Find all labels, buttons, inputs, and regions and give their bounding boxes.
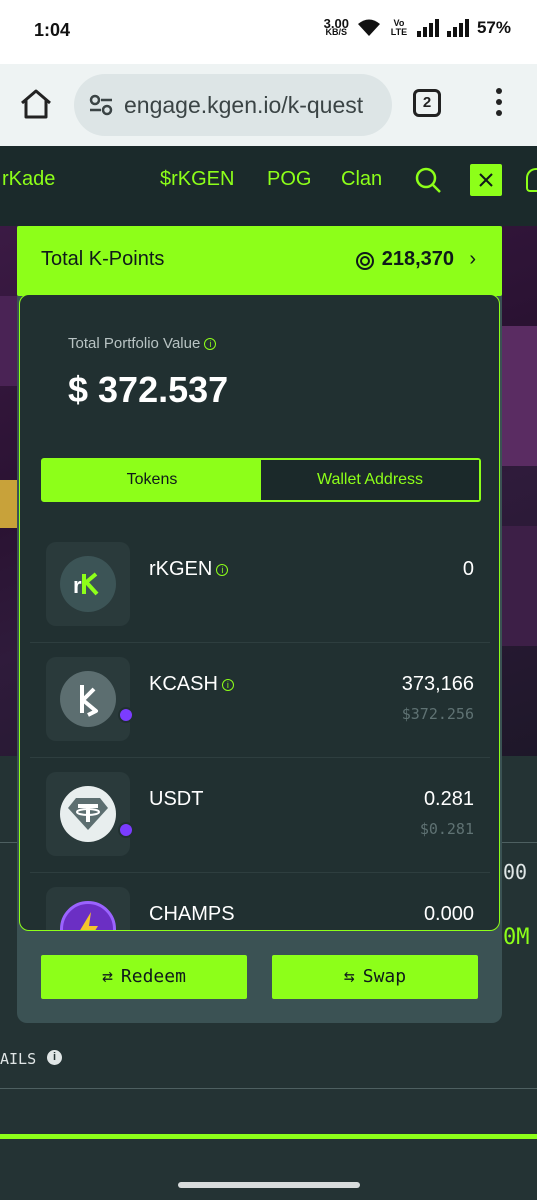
token-row[interactable]: KCASH i 373,166 $372.256 xyxy=(30,643,490,758)
token-name: USDT xyxy=(149,788,204,810)
volte-icon: Vo LTE xyxy=(390,18,408,37)
bg-divider xyxy=(0,1088,537,1089)
home-icon[interactable] xyxy=(18,86,54,122)
portfolio-value: $ 372.537 xyxy=(68,369,229,410)
bg-value-1: 00 xyxy=(503,860,528,884)
kpoints-value: 218,370 xyxy=(381,248,454,270)
kpoints-label: Total K-Points xyxy=(41,248,165,270)
token-name-row: KCASH i xyxy=(149,673,234,696)
champs-logo-icon xyxy=(46,887,130,930)
tab-switcher-button[interactable]: 2 xyxy=(413,89,441,117)
bg-value-2: 0M xyxy=(503,925,530,950)
info-icon[interactable]: i xyxy=(204,338,217,351)
token-row[interactable]: USDT 0.281 $0.281 xyxy=(30,758,490,873)
app-nav: rKade $rKGEN POG Clan xyxy=(0,146,537,226)
search-icon[interactable] xyxy=(414,166,442,194)
details-label: AILS xyxy=(0,1050,37,1068)
net-speed: 3.00 KB/S xyxy=(324,17,349,37)
browser-toolbar: engage.kgen.io/k-quest 2 xyxy=(0,64,537,146)
token-balance: 0 xyxy=(462,558,474,580)
token-row[interactable]: r rKGEN i 0 xyxy=(30,528,490,643)
signal-1-icon xyxy=(416,19,439,37)
token-name: rKGEN xyxy=(149,558,213,580)
signal-2-icon xyxy=(446,19,469,37)
redeem-icon: ⇄ xyxy=(102,966,113,987)
kpoint-coin-icon xyxy=(356,252,374,270)
portfolio-tabs: Tokens Wallet Address xyxy=(41,458,481,502)
portfolio-label-row: Total Portfolio Value i xyxy=(68,335,217,352)
status-bar: 1:04 3.00 KB/S Vo LTE 57% xyxy=(0,0,537,64)
token-name: KCASH xyxy=(149,673,218,695)
chevron-right-icon: › xyxy=(469,248,476,270)
redeem-button[interactable]: ⇄ Redeem xyxy=(41,955,247,999)
url-bar[interactable]: engage.kgen.io/k-quest xyxy=(74,74,392,136)
tab-tokens[interactable]: Tokens xyxy=(43,460,261,500)
info-icon[interactable]: i xyxy=(221,678,234,691)
status-time: 1:04 xyxy=(34,20,71,40)
token-usd-value: $372.256 xyxy=(401,705,474,723)
chain-badge-icon xyxy=(118,707,134,723)
swap-icon: ⇆ xyxy=(343,966,355,987)
more-menu-icon[interactable] xyxy=(494,88,504,120)
svg-text:r: r xyxy=(73,573,82,598)
token-row[interactable]: CHAMPS 0.000 xyxy=(30,873,490,930)
portfolio-card: Total Portfolio Value i $ 372.537 Tokens … xyxy=(19,294,500,931)
info-icon[interactable]: i xyxy=(216,563,229,576)
chain-badge-icon xyxy=(118,822,134,838)
close-icon xyxy=(479,173,493,187)
home-indicator[interactable] xyxy=(178,1182,360,1188)
info-icon[interactable]: i xyxy=(47,1050,62,1065)
net-speed-unit: KB/S xyxy=(325,27,348,37)
token-balance: 0.000 xyxy=(423,903,474,925)
wifi-icon xyxy=(357,19,380,36)
battery-percent: 57% xyxy=(476,18,511,37)
token-usd-value: $0.281 xyxy=(419,820,474,838)
close-button[interactable] xyxy=(470,164,502,196)
token-name-row: rKGEN i xyxy=(149,558,229,581)
bell-icon[interactable] xyxy=(526,168,537,192)
token-balance: 0.281 xyxy=(423,788,474,810)
swap-button[interactable]: ⇆ Swap xyxy=(272,955,478,999)
accent-line xyxy=(0,1134,537,1139)
nav-item-pog[interactable]: POG xyxy=(267,168,311,191)
usdt-logo-icon xyxy=(46,772,130,856)
status-right: 3.00 KB/S Vo LTE 57% xyxy=(324,17,511,38)
nav-item-clan[interactable]: Clan xyxy=(341,168,382,191)
swap-label: Swap xyxy=(362,966,407,987)
kpoints-bar[interactable]: Total K-Points 218,370 › xyxy=(17,226,502,296)
nav-item-rkgen[interactable]: $rKGEN xyxy=(160,168,234,191)
token-balance: 373,166 xyxy=(401,673,474,695)
site-settings-icon[interactable] xyxy=(88,93,114,117)
redeem-label: Redeem xyxy=(120,966,186,987)
url-text: engage.kgen.io/k-quest xyxy=(124,91,364,118)
kcash-logo-icon xyxy=(46,657,130,741)
portfolio-label: Total Portfolio Value xyxy=(68,335,201,352)
tab-wallet-address[interactable]: Wallet Address xyxy=(261,460,479,500)
token-name: CHAMPS xyxy=(149,903,235,925)
rkgen-logo-icon: r xyxy=(46,542,130,626)
nav-item-rkade[interactable]: rKade xyxy=(2,168,55,191)
